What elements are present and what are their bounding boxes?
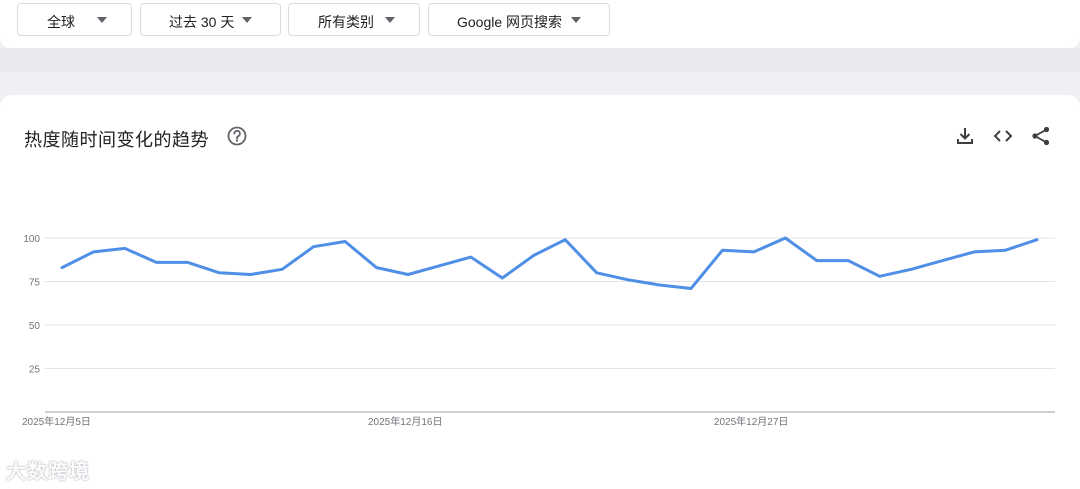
data-point (92, 250, 95, 254)
data-point (941, 259, 944, 262)
data-point (280, 268, 284, 271)
data-point (972, 250, 976, 254)
data-point (438, 264, 441, 268)
data-point (501, 276, 504, 280)
trend-line-chart: 25 50 75 100 2025年12月5日 2025年12月16日 2025年12月27… (22, 234, 1055, 428)
x-tick-label: 2025年12月27日 (714, 415, 789, 428)
data-point (626, 278, 630, 281)
data-point (406, 273, 410, 276)
data-point (186, 261, 190, 264)
data-point (595, 271, 598, 274)
data-point (721, 248, 724, 252)
data-point (784, 236, 787, 240)
data-point (123, 247, 127, 250)
data-point (343, 240, 347, 243)
data-point (60, 266, 64, 269)
data-point (1004, 248, 1007, 252)
data-point (1035, 238, 1039, 241)
y-tick-label: 75 (29, 278, 41, 289)
y-tick-label: 50 (29, 321, 41, 332)
data-point (878, 275, 881, 278)
data-point (375, 266, 378, 269)
data-point (312, 245, 315, 248)
data-point (469, 255, 473, 259)
data-point (909, 268, 913, 271)
y-tick-label: 100 (23, 234, 40, 245)
data-point (155, 261, 158, 264)
data-point (752, 250, 756, 254)
y-tick-label: 25 (29, 365, 41, 376)
data-point (847, 259, 850, 262)
data-point (249, 273, 252, 276)
data-point (532, 254, 535, 257)
data-point (564, 238, 567, 241)
data-point (218, 271, 221, 274)
data-point (815, 259, 819, 262)
series-line (60, 236, 1039, 290)
x-tick-label: 2025年12月5日 (22, 415, 91, 428)
watermark-text: 大数跨境 (6, 461, 90, 483)
x-tick-label: 2025年12月16日 (368, 415, 443, 428)
data-point (658, 283, 661, 287)
data-point (689, 287, 693, 290)
